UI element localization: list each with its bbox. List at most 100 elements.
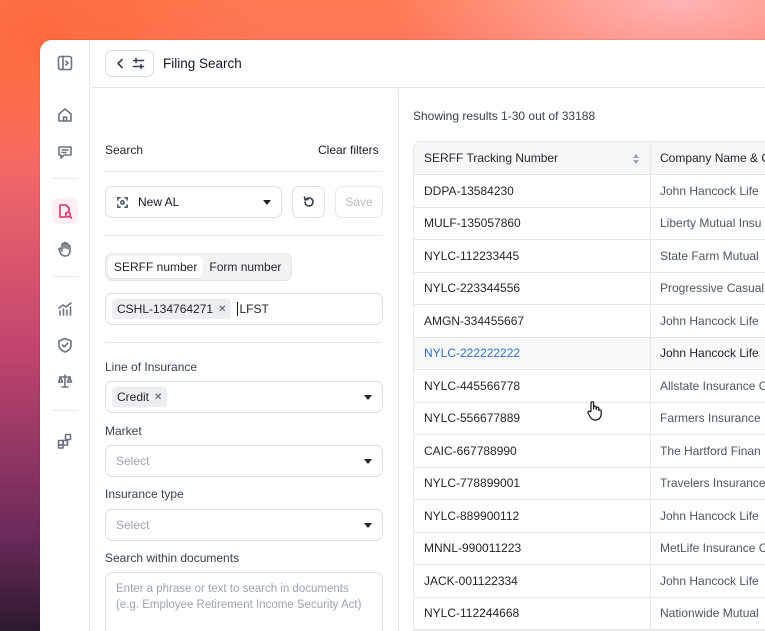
chevron-down-icon [364,459,372,464]
company-name-cell: Nationwide Mutual [660,606,759,621]
sort-icon[interactable] [632,153,640,165]
scale-icon[interactable] [52,368,78,394]
column-header-serff[interactable]: SERFF Tracking Number [414,142,651,174]
clear-filters-link[interactable]: Clear filters [318,143,379,157]
messages-icon[interactable] [52,139,78,165]
company-name-cell: Travelers Insurance [660,476,765,491]
search-mode-toggle: SERFF number Form number [105,253,292,281]
serff-tracking-number-cell: NYLC-223344556 [414,272,651,304]
save-button[interactable]: Save [335,186,383,218]
documents-search-textarea[interactable]: Enter a phrase or text to search in docu… [105,572,383,631]
serff-tracking-number-cell: CAIC-667788990 [414,435,651,467]
analytics-icon[interactable] [52,296,78,322]
integrations-icon[interactable] [52,428,78,454]
serff-tracking-number-cell: NYLC-112244668 [414,597,651,629]
insurance-type-select[interactable]: Select [105,509,383,541]
page-header: Filing Search [91,40,765,88]
refresh-icon [303,196,314,207]
filter-panel: Search Clear filters New AL Save SERFF n… [91,89,399,631]
serff-tracking-number-cell: DDPA-13584230 [414,175,651,207]
app-window: Filing Search Search Clear filters New A… [40,40,765,631]
company-name-cell: John Hancock Life [660,183,759,198]
table-row[interactable]: NYLC-889900112 John Hancock Life [414,500,765,533]
table-row[interactable]: JACK-001122334 John Hancock Life [414,565,765,598]
results-table: SERFF Tracking Number Company Name & C D… [413,141,765,631]
page-title: Filing Search [163,56,242,71]
serff-chip-label: CSHL-134764271 [117,302,214,316]
table-row[interactable]: MNNL-990011223 MetLife Insurance C [414,532,765,565]
chevron-down-icon [364,523,372,528]
reset-button[interactable] [292,186,325,218]
table-row[interactable]: CAIC-667788990 The Hartford Finan [414,435,765,468]
line-of-insurance-select[interactable]: Credit ✕ [105,381,383,413]
results-count: Showing results 1-30 out of 33188 [413,109,596,123]
documents-label: Search within documents [105,551,240,565]
company-name-cell: John Hancock Life [660,573,759,588]
company-name-cell: Farmers Insurance [660,411,761,426]
table-row[interactable]: AMGN-334455667 John Hancock Life [414,305,765,338]
filing-search-icon[interactable] [52,198,78,224]
company-name-cell: Progressive Casual [660,281,765,296]
remove-chip-icon[interactable]: ✕ [218,304,226,315]
market-select[interactable]: Select [105,445,383,477]
serff-tracking-number-cell: NYLC-778899001 [414,467,651,499]
serff-number-input[interactable]: CSHL-134764271 ✕ LFST [105,293,383,325]
sidebar-toggle-icon[interactable] [52,50,78,76]
line-of-insurance-label: Line of Insurance [105,360,198,374]
market-placeholder: Select [116,454,150,468]
table-row[interactable]: NYLC-112233445 State Farm Mutual [414,240,765,273]
shield-check-icon[interactable] [52,332,78,358]
table-row[interactable]: NYLC-222222222 John Hancock Life [414,337,765,370]
sliders-icon [132,57,145,70]
toggle-serff-number[interactable]: SERFF number [108,256,204,278]
company-name-cell: John Hancock Life [660,346,759,361]
hand-icon[interactable] [52,236,78,262]
hand-cursor-icon [587,401,602,421]
column-header-company[interactable]: Company Name & C [651,142,765,174]
serff-tracking-number-cell[interactable]: NYLC-222222222 [414,337,651,369]
remove-chip-icon[interactable]: ✕ [154,392,162,403]
table-header: SERFF Tracking Number Company Name & C [414,142,765,175]
company-name-cell: State Farm Mutual [660,248,759,263]
table-row[interactable]: MULF-135057860 Liberty Mutual Insu [414,207,765,240]
saved-search-select[interactable]: New AL [105,186,282,218]
serff-tracking-number-cell: JACK-001122334 [414,565,651,597]
results-panel: Showing results 1-30 out of 33188 SERFF … [400,89,765,631]
home-icon[interactable] [52,102,78,128]
serff-tracking-number-cell: NYLC-889900112 [414,500,651,532]
table-row[interactable]: NYLC-112244668 Nationwide Mutual [414,597,765,630]
company-name-cell: Liberty Mutual Insu [660,216,762,231]
serff-tracking-number-cell: NYLC-112233445 [414,240,651,272]
market-label: Market [105,424,142,438]
company-name-cell: Allstate Insurance C [660,378,765,393]
serff-typed-text: LFST [239,302,269,316]
chevron-down-icon [364,395,372,400]
serff-tracking-number-cell: MNNL-990011223 [414,532,651,564]
credit-chip-label: Credit [117,390,150,404]
serff-tracking-number-cell: NYLC-556677889 [414,402,651,434]
table-row[interactable]: NYLC-223344556 Progressive Casual [414,272,765,305]
serff-tracking-number-cell: AMGN-334455667 [414,305,651,337]
serff-tracking-number-cell: MULF-135057860 [414,207,651,239]
insurance-type-placeholder: Select [116,518,150,532]
table-row[interactable]: NYLC-445566778 Allstate Insurance C [414,370,765,403]
company-name-cell: MetLife Insurance C [660,541,765,556]
nav-rail [40,40,90,631]
serff-tracking-number-cell: NYLC-445566778 [414,370,651,402]
company-name-cell: John Hancock Life [660,313,759,328]
column-header-label: SERFF Tracking Number [424,151,559,165]
serff-chip: CSHL-134764271 ✕ [112,299,232,319]
saved-search-value: New AL [138,195,180,209]
chevron-left-icon [117,58,124,69]
search-label: Search [105,143,144,157]
insurance-type-label: Insurance type [105,487,184,501]
table-row[interactable]: NYLC-778899001 Travelers Insurance [414,467,765,500]
toggle-form-number[interactable]: Form number [203,256,287,278]
back-filter-button[interactable] [105,50,154,77]
chevron-down-icon [263,200,271,205]
table-row[interactable]: DDPA-13584230 John Hancock Life [414,175,765,208]
scan-icon [117,196,128,208]
company-name-cell: John Hancock Life [660,508,759,523]
credit-chip: Credit ✕ [112,387,168,407]
company-name-cell: The Hartford Finan [660,443,761,458]
